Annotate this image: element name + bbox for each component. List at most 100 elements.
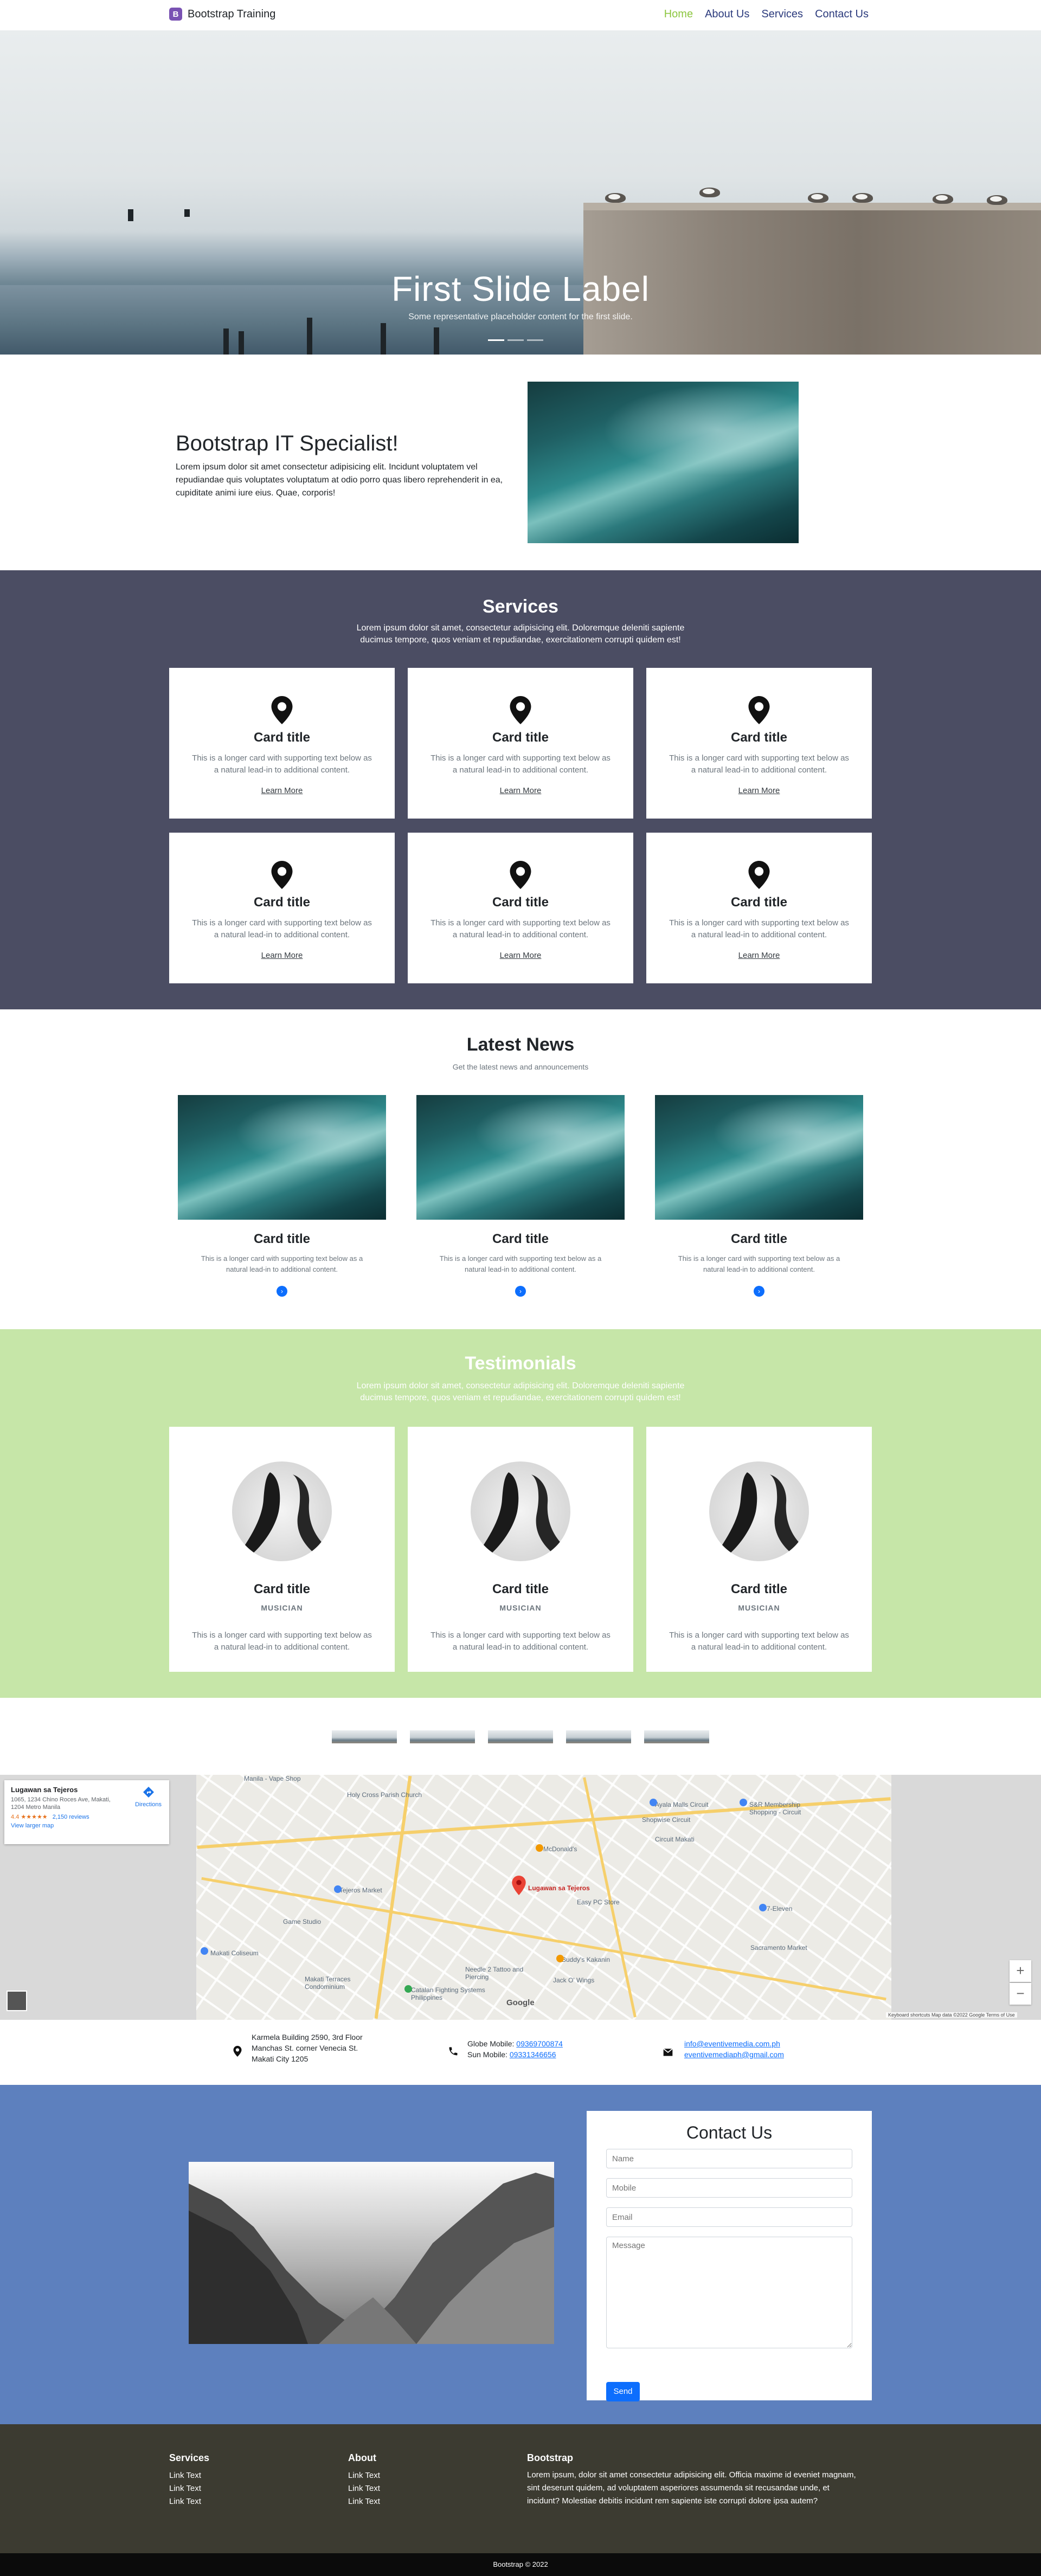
map-label: Tejeros Market xyxy=(339,1886,382,1894)
shopping-poi-icon[interactable] xyxy=(759,1904,767,1911)
gym-poi-icon[interactable] xyxy=(404,1985,412,1993)
rating-stars-icon: ★★★★★ xyxy=(21,1814,48,1820)
shopping-poi-icon[interactable] xyxy=(334,1885,342,1893)
message-textarea[interactable] xyxy=(606,2237,852,2348)
place-rating: 4.4 ★★★★★ 2,150 reviews xyxy=(11,1813,163,1820)
nav-about-us[interactable]: About Us xyxy=(705,8,749,21)
gallery-thumbnail[interactable] xyxy=(410,1730,475,1743)
view-larger-map-link[interactable]: View larger map xyxy=(11,1822,163,1829)
service-card: Card title This is a longer card with su… xyxy=(646,833,872,983)
zoom-out-button[interactable]: − xyxy=(1010,1983,1031,2005)
carousel-indicator-3[interactable] xyxy=(527,339,543,341)
carousel-indicator-1[interactable] xyxy=(488,339,504,341)
mobile-input[interactable] xyxy=(606,2178,852,2198)
footer-services-link[interactable]: Link Text xyxy=(169,2497,201,2506)
shopping-poi-icon[interactable] xyxy=(650,1799,657,1806)
location-pin-icon xyxy=(748,861,770,889)
name-input[interactable] xyxy=(606,2149,852,2168)
map-road xyxy=(201,1877,886,2001)
sun-mobile-number-link[interactable]: 09331346656 xyxy=(510,2050,556,2059)
map-marker-icon[interactable] xyxy=(512,1876,526,1895)
avatar xyxy=(709,1461,809,1561)
news-read-more-icon[interactable]: › xyxy=(754,1286,764,1297)
nav-services[interactable]: Services xyxy=(761,8,803,21)
map-pin-label: Lugawan sa Tejeros xyxy=(528,1884,590,1892)
map-label: Holy Cross Parish Church xyxy=(347,1791,422,1799)
google-map[interactable]: Manila - Vape Shop Ayala Malls Circuit S… xyxy=(0,1775,1041,2020)
globe-mobile-number-link[interactable]: 09369700874 xyxy=(516,2039,563,2048)
testimonials-section: Testimonials Lorem ipsum dolor sit amet,… xyxy=(0,1329,1041,1698)
learn-more-link[interactable]: Learn More xyxy=(169,951,395,960)
zoom-in-button[interactable]: + xyxy=(1010,1960,1031,1982)
news-card-title: Card title xyxy=(492,1232,549,1246)
gallery-thumbnail[interactable] xyxy=(488,1730,553,1743)
hero-post xyxy=(128,209,133,221)
sun-mobile: Sun Mobile: 09331346656 xyxy=(467,2049,563,2060)
map-place-card: Lugawan sa Tejeros 1065, 1234 Chino Roce… xyxy=(4,1780,169,1844)
slide-title: First Slide Label xyxy=(391,269,650,308)
footer-about-link[interactable]: Link Text xyxy=(348,2497,380,2506)
nav-contact-us[interactable]: Contact Us xyxy=(815,8,869,21)
shopping-poi-icon[interactable] xyxy=(740,1799,747,1806)
footer-about-link[interactable]: Link Text xyxy=(348,2484,380,2493)
map-label: Circuit Makati xyxy=(655,1836,695,1843)
carousel-indicator-2[interactable] xyxy=(507,339,524,341)
map-label: Easy PC Store xyxy=(577,1898,620,1906)
learn-more-link[interactable]: Learn More xyxy=(169,786,395,795)
map-label: Manila - Vape Shop xyxy=(244,1775,301,1782)
testimonial-role: MUSICIAN xyxy=(499,1603,542,1612)
services-lead: Lorem ipsum dolor sit amet, consectetur … xyxy=(356,623,685,645)
place-reviews-link[interactable]: 2,150 reviews xyxy=(53,1814,89,1820)
news-card-text: This is a longer card with supporting te… xyxy=(439,1254,602,1273)
news-read-more-icon[interactable]: › xyxy=(277,1286,287,1297)
restaurant-poi-icon[interactable] xyxy=(536,1844,543,1852)
place-rating-value: 4.4 xyxy=(11,1814,20,1820)
nav-links: Home About Us Services Contact Us xyxy=(664,8,869,21)
send-button[interactable]: Send xyxy=(606,2382,640,2401)
hero-post xyxy=(223,329,229,355)
hero-post xyxy=(434,327,439,355)
landmark-poi-icon[interactable] xyxy=(201,1947,208,1955)
seagull-image xyxy=(987,195,1007,205)
email-link-2[interactable]: eventivemediaph@gmail.com xyxy=(684,2049,784,2060)
address-line-2: Manchas St. corner Venecia St. xyxy=(252,2044,358,2052)
learn-more-link[interactable]: Learn More xyxy=(408,786,633,795)
learn-more-link[interactable]: Learn More xyxy=(646,951,872,960)
footer-about-link[interactable]: Link Text xyxy=(348,2471,380,2480)
email-input[interactable] xyxy=(606,2207,852,2227)
hero-carousel[interactable]: First Slide Label Some representative pl… xyxy=(0,30,1041,355)
learn-more-link[interactable]: Learn More xyxy=(408,951,633,960)
service-card-text: This is a longer card with supporting te… xyxy=(669,754,849,775)
brand-text: Bootstrap Training xyxy=(188,8,276,20)
brand-link[interactable]: B Bootstrap Training xyxy=(169,8,275,21)
testimonial-card-title: Card title xyxy=(253,1582,310,1596)
email-link-1[interactable]: info@eventivemedia.com.ph xyxy=(684,2038,784,2049)
service-card: Card title This is a longer card with su… xyxy=(408,668,633,819)
map-canvas[interactable]: Manila - Vape Shop Ayala Malls Circuit S… xyxy=(196,1775,891,2020)
nav-home[interactable]: Home xyxy=(664,8,693,21)
navbar: B Bootstrap Training Home About Us Servi… xyxy=(0,0,1041,30)
slide-subtitle: Some representative placeholder content … xyxy=(408,312,633,321)
news-card-text: This is a longer card with supporting te… xyxy=(201,1254,363,1273)
news-card: Card title This is a longer card with su… xyxy=(178,1095,386,1301)
service-card-title: Card title xyxy=(492,895,549,910)
map-type-toggle[interactable] xyxy=(7,1991,27,2011)
restaurant-poi-icon[interactable] xyxy=(556,1955,564,1962)
gallery-thumbnail[interactable] xyxy=(644,1730,709,1743)
gallery-thumbnail[interactable] xyxy=(332,1730,397,1743)
map-label: Ayala Malls Circuit xyxy=(655,1801,709,1808)
email-icon xyxy=(663,2048,673,2056)
footer-services-link[interactable]: Link Text xyxy=(169,2484,201,2493)
learn-more-link[interactable]: Learn More xyxy=(646,786,872,795)
map-label: Needle 2 Tattoo and Piercing xyxy=(465,1966,524,1981)
sun-mobile-label: Sun Mobile: xyxy=(467,2050,507,2059)
seagull-image xyxy=(699,188,720,197)
gallery-thumbnail[interactable] xyxy=(566,1730,631,1743)
news-read-more-icon[interactable]: › xyxy=(515,1286,526,1297)
intro-title: Bootstrap IT Specialist! xyxy=(176,432,399,455)
directions-button[interactable]: Directions xyxy=(135,1786,162,1808)
service-card: Card title This is a longer card with su… xyxy=(408,833,633,983)
hero-post xyxy=(184,209,190,217)
service-card: Card title This is a longer card with su… xyxy=(169,668,395,819)
footer-services-link[interactable]: Link Text xyxy=(169,2471,201,2480)
